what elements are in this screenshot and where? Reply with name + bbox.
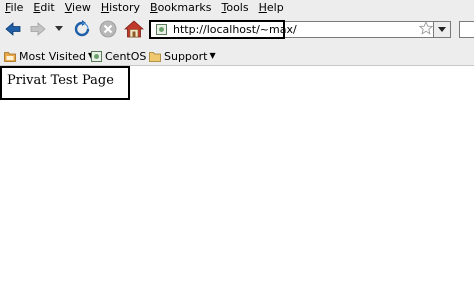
- menu-bookmarks[interactable]: Bookmarks: [144, 1, 215, 14]
- stop-icon: [99, 20, 117, 38]
- navigation-toolbar: http://localhost/~max/: [0, 14, 474, 46]
- page-icon: [156, 24, 167, 35]
- menu-help[interactable]: Help: [253, 1, 288, 14]
- forward-button[interactable]: [27, 18, 49, 40]
- url-text: http://localhost/~max/: [173, 23, 297, 36]
- menu-bar: File Edit View History Bookmarks Tools H…: [0, 0, 474, 14]
- reload-button[interactable]: [71, 18, 93, 40]
- folder-icon: [4, 51, 16, 62]
- bookmark-most-visited[interactable]: Most Visited ▼: [4, 49, 94, 63]
- back-button[interactable]: [2, 18, 24, 40]
- menu-file[interactable]: File: [0, 1, 27, 14]
- history-dropdown-button[interactable]: [50, 18, 68, 40]
- page-content: Privat Test Page: [0, 66, 474, 293]
- bookmark-support[interactable]: Support ▼: [149, 49, 216, 63]
- home-icon: [124, 20, 144, 38]
- bookmark-centos-label: CentOS: [105, 49, 147, 63]
- reload-icon: [74, 20, 90, 37]
- folder-icon: [149, 51, 161, 62]
- page-heading: Privat Test Page: [7, 73, 114, 88]
- menu-view[interactable]: View: [59, 1, 95, 14]
- bookmark-centos[interactable]: CentOS: [91, 49, 146, 63]
- url-history-dropdown[interactable]: [433, 21, 451, 38]
- arrow-right-icon: [30, 22, 46, 36]
- menu-tools[interactable]: Tools: [215, 1, 252, 14]
- bookmark-star-icon[interactable]: [419, 21, 433, 35]
- bookmark-support-label: Support: [164, 49, 208, 63]
- menu-history[interactable]: History: [95, 1, 144, 14]
- bookmark-most-visited-label: Most Visited: [19, 49, 86, 63]
- page-icon: [91, 50, 102, 62]
- search-input[interactable]: [459, 21, 474, 38]
- address-bar[interactable]: http://localhost/~max/: [150, 21, 451, 38]
- home-button[interactable]: [123, 18, 145, 40]
- menu-edit[interactable]: Edit: [27, 1, 58, 14]
- bookmarks-toolbar: Most Visited ▼ CentOS Support ▼: [0, 46, 474, 66]
- browser-window: File Edit View History Bookmarks Tools H…: [0, 0, 474, 293]
- chevron-down-icon: [438, 26, 446, 32]
- stop-button[interactable]: [97, 18, 119, 40]
- chevron-down-icon: [55, 26, 63, 31]
- arrow-left-icon: [5, 22, 21, 36]
- chevron-down-icon: ▼: [209, 51, 216, 60]
